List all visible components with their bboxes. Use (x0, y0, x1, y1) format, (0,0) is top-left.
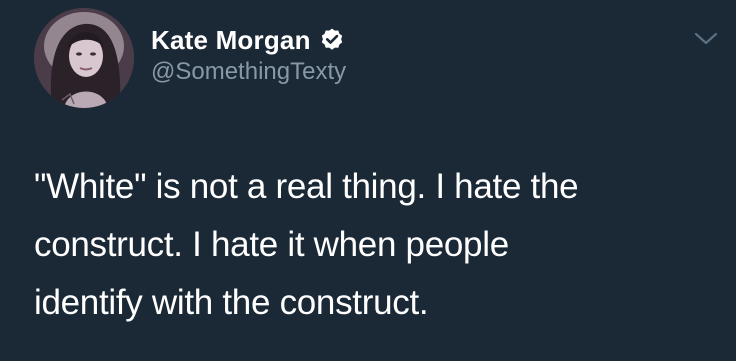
author-name-row: Kate Morgan (151, 22, 345, 58)
avatar[interactable] (34, 8, 134, 108)
tweet-text: "White" is not a real thing. I hate the … (34, 158, 714, 332)
tweet-card: Kate Morgan @SomethingTexty "White" is n… (0, 0, 736, 361)
tweet-text-line: construct. I hate it when people (34, 225, 509, 264)
author-display-name[interactable]: Kate Morgan (151, 25, 311, 56)
tweet-text-line: identify with the construct. (34, 283, 429, 322)
verified-badge-icon (319, 27, 345, 53)
author-handle[interactable]: @SomethingTexty (151, 58, 346, 86)
tweet-text-line: "White" is not a real thing. I hate the (34, 167, 579, 206)
chevron-down-icon[interactable] (690, 24, 722, 52)
avatar-image (34, 8, 134, 108)
